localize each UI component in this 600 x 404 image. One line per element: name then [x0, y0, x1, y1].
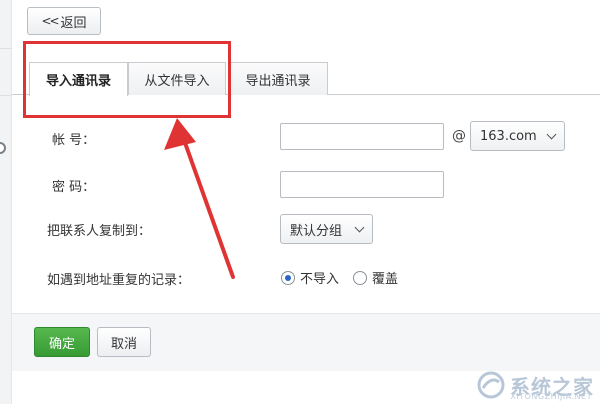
radio-skip-import[interactable]: 不导入: [281, 268, 339, 287]
radio-unchecked-icon[interactable]: [353, 270, 367, 285]
password-label: 密 码：: [52, 180, 96, 195]
domain-select[interactable]: 163.com: [470, 121, 565, 151]
radio-label: 不导入: [300, 272, 340, 287]
watermark-subtext: XITONGZHIJIA.NET: [510, 392, 592, 401]
radio-checked-icon[interactable]: [281, 270, 295, 285]
watermark: 系统之家 XITONGZHIJIA.NET: [476, 370, 594, 401]
radio-label: 覆盖: [372, 272, 399, 287]
arrow-head: [164, 118, 196, 150]
tab-export-contacts[interactable]: 导出通讯录: [228, 62, 328, 95]
domain-select-value: 163.com: [480, 128, 537, 144]
sidebar-divider: [0, 95, 12, 96]
cancel-button-label: 取消: [110, 336, 137, 352]
back-button-label: 返回: [60, 15, 87, 31]
duplicate-records-label: 如遇到地址重复的记录：: [47, 273, 191, 288]
copy-to-label: 把联系人复制到：: [47, 224, 152, 239]
at-sign: @: [452, 128, 466, 144]
group-select-value: 默认分组: [290, 223, 343, 239]
sidebar-divider: [0, 48, 12, 49]
group-select[interactable]: 默认分组: [280, 214, 373, 244]
confirm-button-label: 确定: [48, 336, 75, 352]
tab-label: 导入通讯录: [45, 74, 111, 89]
arrow-shaft: [182, 138, 235, 279]
tab-label: 从文件导入: [144, 73, 210, 89]
collapse-handle-icon[interactable]: [0, 142, 6, 154]
back-button[interactable]: << 返回: [27, 7, 101, 35]
chevron-down-icon: [546, 129, 557, 139]
chevron-down-icon: [354, 222, 365, 232]
double-chevron-left-icon: <<: [41, 14, 59, 28]
tab-import-contacts[interactable]: 导入通讯录: [29, 62, 128, 96]
radio-overwrite[interactable]: 覆盖: [353, 268, 398, 287]
account-input[interactable]: [280, 123, 444, 150]
confirm-button[interactable]: 确定: [34, 327, 90, 357]
logo-icon: [477, 371, 505, 399]
cancel-button[interactable]: 取消: [97, 327, 151, 357]
account-label: 帐 号：: [52, 133, 96, 148]
sidebar-edge: [0, 0, 12, 404]
tab-label: 导出通讯录: [245, 73, 311, 89]
tab-import-from-file[interactable]: 从文件导入: [128, 62, 226, 95]
password-input[interactable]: [280, 171, 444, 198]
